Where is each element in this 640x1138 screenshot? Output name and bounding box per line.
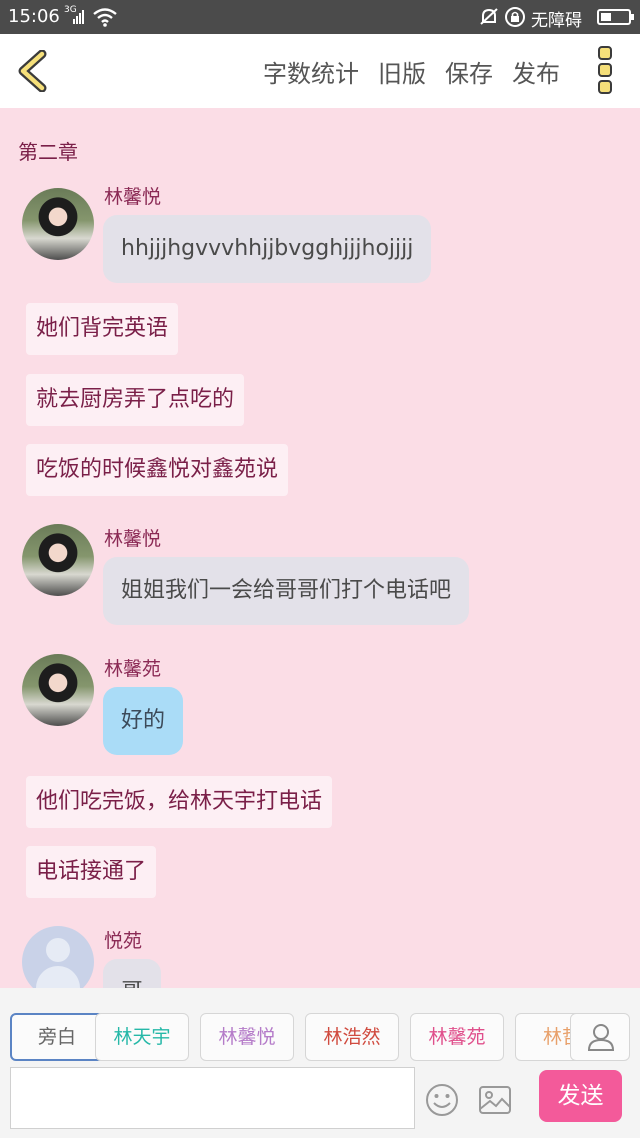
signal-icon xyxy=(73,8,85,24)
narration-line[interactable]: 就去厨房弄了点吃的 xyxy=(26,374,245,426)
character-selector: 旁白 林天宇 林馨悦 林浩然 林馨苑 林哲 xyxy=(10,1013,580,1061)
narration-line[interactable]: 电话接通了 xyxy=(26,846,157,898)
image-icon[interactable] xyxy=(477,1082,513,1118)
word-count-button[interactable]: 字数统计 xyxy=(263,54,359,89)
narration-line[interactable]: 她们背完英语 xyxy=(26,303,179,355)
emoji-icon[interactable] xyxy=(424,1082,460,1118)
more-menu-icon[interactable] xyxy=(598,46,614,96)
character-chip[interactable]: 林天宇 xyxy=(95,1013,189,1061)
dialogue-bubble[interactable]: hhjjjhgvvvhhjjbvgghjjjhojjjj xyxy=(103,215,432,283)
mute-bell-icon xyxy=(480,8,498,25)
send-button[interactable]: 发送 xyxy=(539,1070,622,1122)
avatar[interactable] xyxy=(22,524,94,596)
avatar[interactable] xyxy=(22,188,94,260)
dialogue-bubble[interactable]: 姐姐我们一会给哥哥们打个电话吧 xyxy=(103,557,470,625)
speaker-name: 林馨苑 xyxy=(104,658,162,680)
dialogue-bubble[interactable]: 哥 xyxy=(103,959,162,988)
toolbar-actions: 字数统计 旧版 保存 发布 xyxy=(263,54,560,89)
accessibility-label: 无障碍 xyxy=(531,11,582,31)
old-version-button[interactable]: 旧版 xyxy=(378,54,426,89)
speaker-name: 悦苑 xyxy=(104,930,143,952)
wifi-icon xyxy=(93,8,117,27)
save-button[interactable]: 保存 xyxy=(445,54,493,89)
back-chevron-icon[interactable] xyxy=(14,50,54,92)
composer-panel: 旁白 林天宇 林馨悦 林浩然 林馨苑 林哲 发送 xyxy=(0,988,640,1138)
status-bar: 15:06 3G 无障碍 xyxy=(0,0,640,34)
battery-icon xyxy=(597,9,634,25)
user-icon xyxy=(587,1024,615,1051)
story-content: 第二章 林馨悦 hhjjjhgvvvhhjjbvgghjjjhojjjj 她们背… xyxy=(0,108,640,988)
character-manage-button[interactable] xyxy=(570,1013,630,1061)
chapter-title: 第二章 xyxy=(18,140,78,164)
speaker-name: 林馨悦 xyxy=(104,528,162,550)
narration-line[interactable]: 吃饭的时候鑫悦对鑫苑说 xyxy=(26,444,289,496)
character-chip[interactable]: 林馨悦 xyxy=(200,1013,294,1061)
narration-line[interactable]: 他们吃完饭，给林天宇打电话 xyxy=(26,776,333,828)
avatar[interactable] xyxy=(22,654,94,726)
top-bar: 字数统计 旧版 保存 发布 xyxy=(0,34,640,108)
rotation-lock-icon xyxy=(505,7,525,27)
speaker-name: 林馨悦 xyxy=(104,186,162,208)
character-chip-narrator[interactable]: 旁白 xyxy=(10,1013,104,1061)
publish-button[interactable]: 发布 xyxy=(512,54,560,89)
avatar[interactable] xyxy=(22,926,94,988)
message-input[interactable] xyxy=(10,1067,415,1129)
character-chip[interactable]: 林浩然 xyxy=(305,1013,399,1061)
status-time: 15:06 xyxy=(8,6,60,27)
character-chip[interactable]: 林馨苑 xyxy=(410,1013,504,1061)
dialogue-bubble[interactable]: 好的 xyxy=(103,687,184,755)
